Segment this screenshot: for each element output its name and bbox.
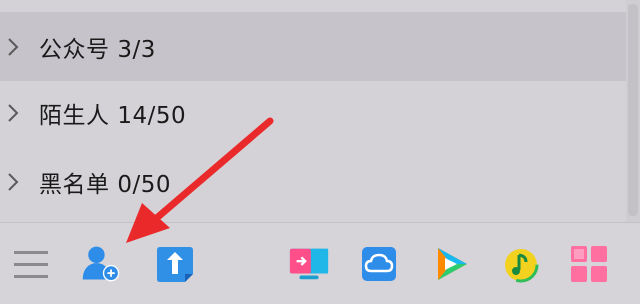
chevron-right-icon [8, 103, 19, 122]
cloud-icon [362, 247, 396, 281]
group-item-public-accounts[interactable]: 公众号 3/3 [0, 12, 626, 81]
add-contact-icon [82, 246, 120, 282]
app-manager-icon [571, 246, 607, 282]
group-label: 陌生人 14/50 [39, 102, 187, 129]
music-icon [503, 247, 539, 283]
app-manager-button[interactable] [568, 242, 610, 286]
scrollbar-thumb[interactable] [628, 4, 638, 216]
cloud-button[interactable] [358, 242, 400, 286]
group-item-blacklist[interactable]: 黑名单 0/50 [0, 147, 626, 216]
music-button[interactable] [500, 242, 542, 286]
transfer-button[interactable] [154, 242, 196, 286]
bottom-toolbar [0, 222, 640, 304]
video-icon [438, 248, 467, 280]
transfer-icon [157, 247, 193, 282]
screen-share-button[interactable] [288, 242, 330, 286]
video-button[interactable] [430, 242, 472, 286]
menu-icon [14, 251, 48, 278]
chevron-right-icon [8, 172, 19, 191]
menu-button[interactable] [10, 242, 52, 286]
group-label: 黑名单 0/50 [39, 171, 171, 198]
scrollbar[interactable] [626, 0, 640, 222]
screen-share-icon [289, 248, 329, 280]
chevron-right-icon [8, 37, 19, 56]
group-label: 公众号 3/3 [39, 36, 156, 63]
group-item-strangers[interactable]: 陌生人 14/50 [0, 78, 626, 147]
add-contact-button[interactable] [80, 242, 122, 286]
